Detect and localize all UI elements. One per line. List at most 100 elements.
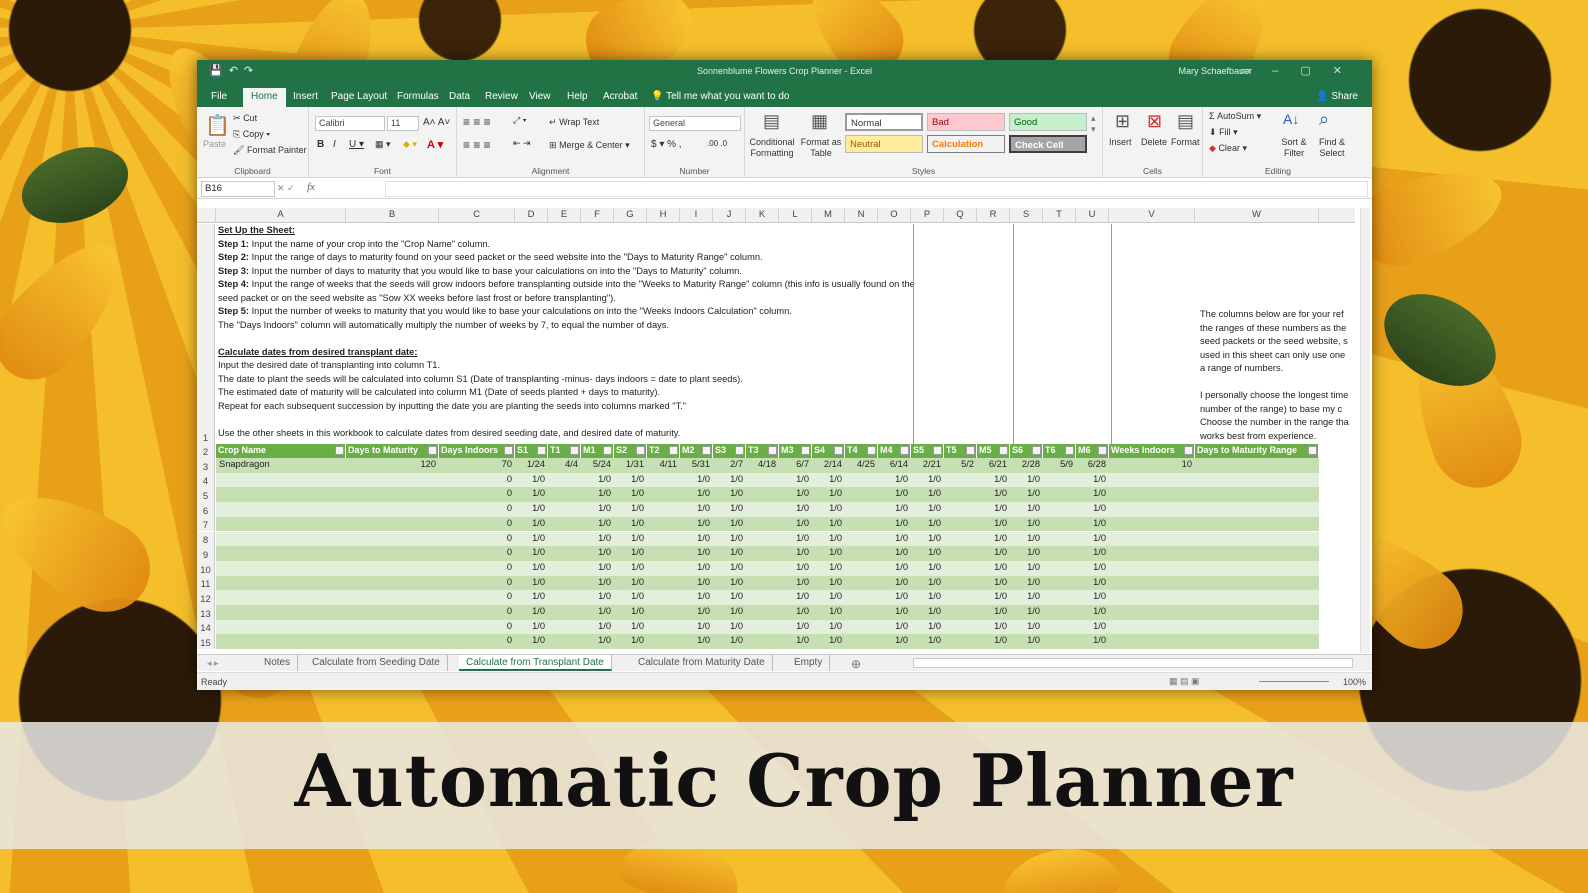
table-cell[interactable]: 1/0 [911,561,944,576]
insert-function-icon[interactable]: fx [307,181,315,193]
table-cell[interactable] [746,487,779,502]
table-cell[interactable]: 1/0 [581,487,614,502]
table-cell[interactable] [1043,502,1076,517]
table-cell[interactable] [1109,473,1195,488]
row-header[interactable]: 13 [197,605,215,620]
format-as-table-button[interactable]: Format as Table [799,137,843,159]
table-cell[interactable]: 1/0 [515,473,548,488]
table-cell[interactable] [944,605,977,620]
column-header[interactable]: K [746,208,779,223]
fill-color-icon[interactable]: ◆ ▾ [403,139,417,150]
filter-dropdown-icon[interactable] [335,446,344,455]
table-cell[interactable] [1109,532,1195,547]
table-cell[interactable]: 1/0 [680,487,713,502]
table-cell[interactable]: 1/0 [812,546,845,561]
find-select-button[interactable]: Find & Select [1313,137,1351,159]
style-normal[interactable]: Normal [845,113,923,131]
table-cell[interactable] [216,473,346,488]
table-cell[interactable]: 1/0 [581,576,614,591]
table-cell[interactable] [548,546,581,561]
table-cell[interactable]: 1/0 [713,517,746,532]
table-cell[interactable] [548,634,581,649]
share-button[interactable]: 👤 Share [1316,91,1358,102]
table-column-header[interactable]: M1 [581,444,614,458]
table-cell[interactable]: 1/0 [812,620,845,635]
table-cell[interactable]: 1/0 [812,487,845,502]
table-cell[interactable] [647,605,680,620]
table-cell[interactable] [845,546,878,561]
table-cell[interactable]: 1/0 [878,576,911,591]
table-cell[interactable] [1195,532,1319,547]
table-cell[interactable]: 1/0 [713,590,746,605]
table-cell[interactable] [346,532,439,547]
table-cell[interactable] [845,634,878,649]
table-cell[interactable]: 1/0 [911,576,944,591]
table-cell[interactable]: 6/21 [977,458,1010,473]
table-cell[interactable]: 1/0 [779,517,812,532]
table-cell[interactable]: 1/0 [614,605,647,620]
row-header[interactable]: 4 [197,472,215,488]
table-cell[interactable]: 1/0 [878,620,911,635]
filter-dropdown-icon[interactable] [570,446,579,455]
table-cell[interactable]: 1/0 [779,546,812,561]
row-header[interactable]: 3 [197,458,215,473]
table-cell[interactable]: 1/0 [911,620,944,635]
table-cell[interactable]: 1/0 [878,561,911,576]
tab-view[interactable]: View [521,88,559,107]
table-cell[interactable]: 1/0 [515,576,548,591]
table-cell[interactable] [1195,634,1319,649]
sheet-tab-seeding[interactable]: Calculate from Seeding Date [305,655,448,671]
filter-dropdown-icon[interactable] [834,446,843,455]
underline-button[interactable]: U ▾ [349,139,364,150]
table-cell[interactable]: 1/0 [977,532,1010,547]
table-cell[interactable]: 1/0 [515,590,548,605]
table-cell[interactable]: 4/4 [548,458,581,473]
horizontal-scrollbar[interactable] [913,658,1353,668]
table-cell[interactable] [216,576,346,591]
table-cell[interactable]: 1/0 [614,561,647,576]
table-cell[interactable] [944,561,977,576]
table-cell[interactable]: 1/0 [779,532,812,547]
font-grow-shrink[interactable]: A˄ A˅ [423,117,450,128]
table-cell[interactable]: 1/0 [581,546,614,561]
column-header[interactable]: H [647,208,680,223]
borders-icon[interactable]: ▦ ▾ [375,139,391,150]
table-cell[interactable]: 1/0 [581,634,614,649]
table-cell[interactable]: 1/0 [1010,473,1043,488]
table-cell[interactable]: 1/0 [878,517,911,532]
table-cell[interactable] [346,487,439,502]
filter-dropdown-icon[interactable] [537,446,546,455]
table-cell[interactable]: 0 [439,576,515,591]
table-cell[interactable]: 1/0 [581,561,614,576]
table-cell[interactable]: 1/0 [713,487,746,502]
table-cell[interactable] [1195,458,1319,473]
table-cell[interactable] [346,605,439,620]
table-cell[interactable]: 1/0 [977,561,1010,576]
tab-page-layout[interactable]: Page Layout [323,88,395,107]
table-cell[interactable] [548,532,581,547]
table-cell[interactable]: 1/0 [713,502,746,517]
table-cell[interactable]: 120 [346,458,439,473]
table-cell[interactable]: 1/31 [614,458,647,473]
table-cell[interactable]: 1/0 [878,487,911,502]
table-cell[interactable] [845,532,878,547]
filter-dropdown-icon[interactable] [933,446,942,455]
table-column-header[interactable]: M5 [977,444,1010,458]
table-column-header[interactable]: T3 [746,444,779,458]
table-cell[interactable] [1195,561,1319,576]
table-cell[interactable]: 0 [439,620,515,635]
table-cell[interactable] [1195,487,1319,502]
paste-button[interactable]: Paste [203,139,226,149]
table-cell[interactable] [548,561,581,576]
table-cell[interactable]: 0 [439,502,515,517]
window-controls[interactable]: ▭–▢✕ [1240,64,1364,77]
table-cell[interactable]: 10 [1109,458,1195,473]
filter-dropdown-icon[interactable] [1184,446,1193,455]
table-cell[interactable]: 1/0 [878,473,911,488]
table-cell[interactable] [1043,517,1076,532]
table-cell[interactable]: 1/0 [878,502,911,517]
row-header[interactable]: 6 [197,502,215,517]
table-column-header[interactable]: M3 [779,444,812,458]
filter-dropdown-icon[interactable] [636,446,645,455]
view-mode-icons[interactable]: ▦ ▤ ▣ [1169,676,1200,687]
